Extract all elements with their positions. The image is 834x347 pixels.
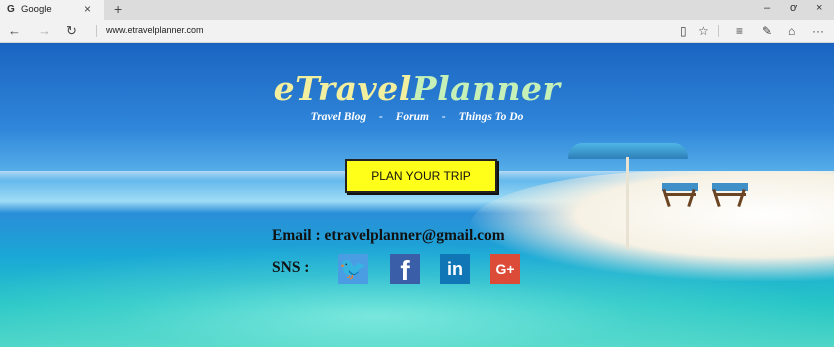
minimize-button[interactable]: –: [764, 2, 770, 14]
tab-close-icon[interactable]: ×: [84, 2, 91, 16]
site-nav: Travel Blog - Forum - Things To Do: [0, 111, 834, 123]
url-field[interactable]: www.etravelplanner.com: [106, 25, 204, 35]
nav-link-travel-blog[interactable]: Travel Blog: [311, 111, 366, 123]
back-button[interactable]: ←: [8, 23, 21, 38]
nav-separator: -: [379, 111, 383, 123]
share-icon[interactable]: ⌂: [788, 24, 795, 38]
hero-section: eTravelPlanner Travel Blog - Forum - Thi…: [0, 43, 834, 347]
site-title-part2: Planner: [411, 69, 561, 108]
google-plus-icon[interactable]: G+: [490, 254, 520, 284]
url-separator: [96, 25, 97, 37]
tab-title: Google: [21, 4, 52, 15]
site-title-part1: eTravel: [273, 69, 412, 108]
toolbar-separator: [718, 25, 719, 37]
contact-email: Email : etravelplanner@gmail.com: [272, 227, 505, 244]
umbrella-pole: [626, 157, 629, 249]
maximize-button[interactable]: ơ: [790, 2, 797, 14]
tab-bar: G Google × + – ơ ×: [0, 0, 834, 20]
twitter-icon[interactable]: 🐦: [338, 254, 368, 284]
nav-link-things-to-do[interactable]: Things To Do: [459, 111, 524, 123]
linkedin-icon[interactable]: in: [440, 254, 470, 284]
web-note-icon[interactable]: ✎: [762, 24, 772, 38]
beach-chair: [662, 179, 698, 208]
hub-icon[interactable]: ≡: [736, 24, 743, 38]
site-title[interactable]: eTravelPlanner: [0, 69, 834, 108]
favorites-star-icon[interactable]: ☆: [698, 24, 709, 38]
nav-separator: -: [441, 111, 446, 123]
refresh-button[interactable]: ↻: [66, 23, 77, 39]
facebook-icon[interactable]: f: [390, 254, 420, 286]
plan-your-trip-button[interactable]: PLAN YOUR TRIP: [345, 159, 497, 193]
nav-link-forum[interactable]: Forum: [396, 111, 429, 123]
forward-button[interactable]: →: [38, 23, 51, 38]
more-icon[interactable]: ···: [812, 24, 824, 38]
close-window-button[interactable]: ×: [816, 2, 822, 14]
reading-view-icon[interactable]: ▯: [680, 24, 687, 38]
address-bar: ← → ↻ www.etravelplanner.com ▯ ☆ ≡ ✎ ⌂ ·…: [0, 20, 834, 43]
new-tab-button[interactable]: +: [114, 1, 122, 17]
google-favicon-icon: G: [7, 4, 15, 15]
tab-google[interactable]: G Google ×: [0, 0, 104, 20]
beach-chair: [712, 179, 748, 208]
sns-label: SNS :: [272, 259, 310, 276]
